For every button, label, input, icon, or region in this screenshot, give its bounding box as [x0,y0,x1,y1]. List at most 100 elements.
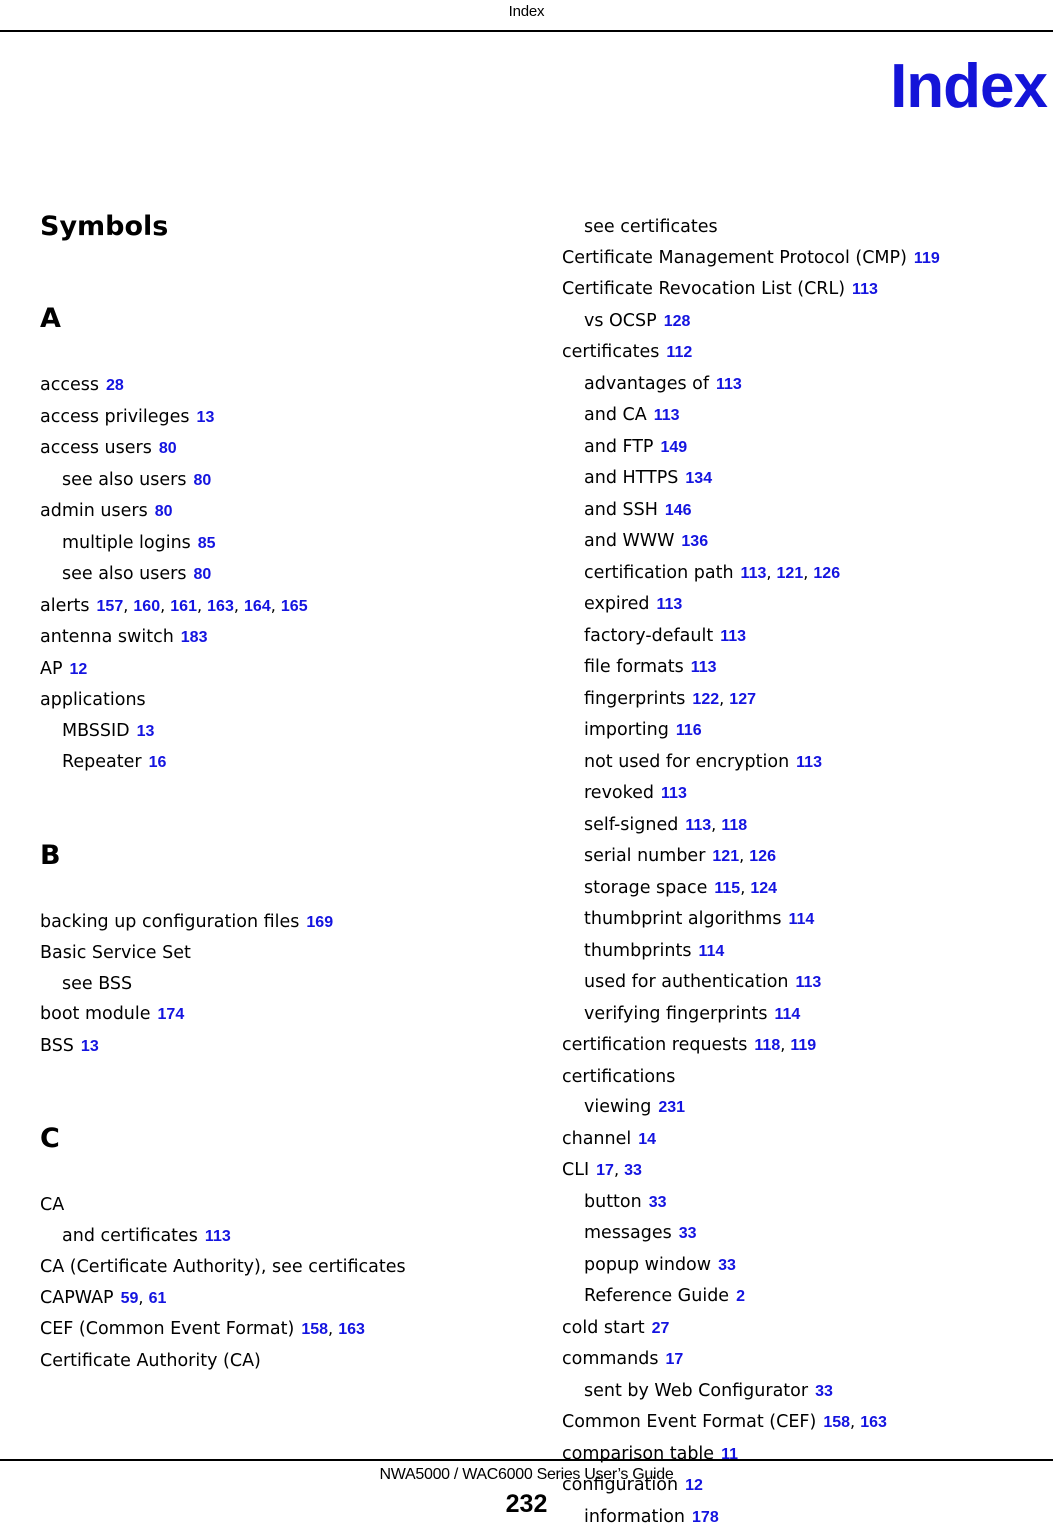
page-reference-list[interactable]: 59, 61 [121,1290,167,1307]
page-reference-list[interactable]: 80 [193,566,211,583]
page-reference-list[interactable]: 149 [661,439,688,456]
page-reference[interactable]: 113 [796,754,822,771]
page-reference[interactable]: 160 [133,598,160,615]
page-reference[interactable]: 113 [661,785,687,802]
page-reference-list[interactable]: 115, 124 [714,880,777,897]
page-reference[interactable]: 16 [149,754,167,771]
page-reference[interactable]: 128 [664,313,691,330]
page-reference[interactable]: 2 [736,1288,745,1305]
page-reference[interactable]: 17 [596,1162,614,1179]
page-reference[interactable]: 121 [777,565,804,582]
page-reference-list[interactable]: 231 [658,1099,685,1116]
page-reference[interactable]: 33 [815,1383,833,1400]
page-reference[interactable]: 149 [661,439,688,456]
page-reference[interactable]: 13 [137,723,155,740]
page-reference[interactable]: 12 [70,661,88,678]
page-reference-list[interactable]: 17, 33 [596,1162,642,1179]
page-reference[interactable]: 136 [681,533,708,550]
page-reference-list[interactable]: 113 [716,376,742,393]
page-reference-list[interactable]: 169 [306,914,333,931]
page-reference-list[interactable]: 113 [661,785,687,802]
page-reference[interactable]: 33 [624,1162,642,1179]
page-reference[interactable]: 121 [712,848,739,865]
page-reference[interactable]: 119 [914,250,940,267]
page-reference-list[interactable]: 113 [691,659,717,676]
page-reference[interactable]: 113 [685,817,711,834]
page-reference[interactable]: 113 [720,628,746,645]
page-reference[interactable]: 114 [788,911,814,928]
page-reference[interactable]: 113 [654,407,680,424]
page-reference[interactable]: 118 [754,1037,780,1054]
page-reference-list[interactable]: 12 [70,661,88,678]
page-reference[interactable]: 157 [97,598,124,615]
page-reference[interactable]: 161 [170,598,197,615]
page-reference-list[interactable]: 33 [679,1225,697,1242]
page-reference-list[interactable]: 33 [815,1383,833,1400]
page-reference-list[interactable]: 157, 160, 161, 163, 164, 165 [97,598,308,615]
page-reference[interactable]: 126 [749,848,776,865]
page-reference-list[interactable]: 134 [685,470,712,487]
page-reference[interactable]: 163 [207,598,234,615]
page-reference-list[interactable]: 114 [788,911,814,928]
page-reference-list[interactable]: 16 [149,754,167,771]
page-reference-list[interactable]: 183 [181,629,208,646]
page-reference-list[interactable]: 113 [796,754,822,771]
page-reference[interactable]: 114 [774,1006,800,1023]
page-reference[interactable]: 122 [692,691,719,708]
page-reference[interactable]: 113 [796,974,822,991]
page-reference-list[interactable]: 85 [198,535,216,552]
page-reference[interactable]: 80 [155,503,173,520]
page-reference[interactable]: 124 [750,880,777,897]
page-reference-list[interactable]: 17 [665,1351,683,1368]
page-reference[interactable]: 113 [852,281,878,298]
page-reference-list[interactable]: 114 [698,943,724,960]
page-reference[interactable]: 17 [665,1351,683,1368]
page-reference[interactable]: 113 [205,1228,231,1245]
page-reference[interactable]: 59 [121,1290,139,1307]
page-reference-list[interactable]: 174 [158,1006,185,1023]
page-reference-list[interactable]: 119 [914,250,940,267]
page-reference-list[interactable]: 113 [852,281,878,298]
page-reference-list[interactable]: 27 [652,1320,670,1337]
page-reference[interactable]: 113 [716,376,742,393]
page-reference[interactable]: 231 [658,1099,685,1116]
page-reference[interactable]: 119 [790,1037,816,1054]
page-reference-list[interactable]: 13 [197,409,215,426]
page-reference[interactable]: 113 [691,659,717,676]
page-reference-list[interactable]: 33 [718,1257,736,1274]
page-reference[interactable]: 127 [729,691,756,708]
page-reference-list[interactable]: 113 [205,1228,231,1245]
page-reference[interactable]: 174 [158,1006,185,1023]
page-reference[interactable]: 183 [181,629,208,646]
page-reference[interactable]: 85 [198,535,216,552]
page-reference-list[interactable]: 116 [676,722,702,739]
page-reference[interactable]: 113 [741,565,767,582]
page-reference[interactable]: 33 [679,1225,697,1242]
page-reference-list[interactable]: 113 [796,974,822,991]
page-reference[interactable]: 80 [159,440,177,457]
page-reference[interactable]: 14 [638,1131,656,1148]
page-reference[interactable]: 116 [676,722,702,739]
page-reference-list[interactable]: 158, 163 [301,1321,365,1338]
page-reference-list[interactable]: 114 [774,1006,800,1023]
page-reference[interactable]: 158 [301,1321,328,1338]
page-reference-list[interactable]: 80 [159,440,177,457]
page-reference-list[interactable]: 113 [720,628,746,645]
page-reference[interactable]: 114 [698,943,724,960]
page-reference-list[interactable]: 14 [638,1131,656,1148]
page-reference[interactable]: 80 [193,472,211,489]
page-reference[interactable]: 80 [193,566,211,583]
page-reference-list[interactable]: 121, 126 [712,848,776,865]
page-reference-list[interactable]: 136 [681,533,708,550]
page-reference[interactable]: 61 [149,1290,167,1307]
page-reference-list[interactable]: 113 [654,407,680,424]
page-reference[interactable]: 112 [666,344,692,361]
page-reference[interactable]: 163 [338,1321,365,1338]
page-reference[interactable]: 164 [244,598,271,615]
page-reference-list[interactable]: 113, 118 [685,817,747,834]
page-reference[interactable]: 13 [81,1038,99,1055]
page-reference-list[interactable]: 33 [649,1194,667,1211]
page-reference[interactable]: 28 [106,377,124,394]
page-reference-list[interactable]: 80 [193,472,211,489]
page-reference[interactable]: 113 [656,596,682,613]
